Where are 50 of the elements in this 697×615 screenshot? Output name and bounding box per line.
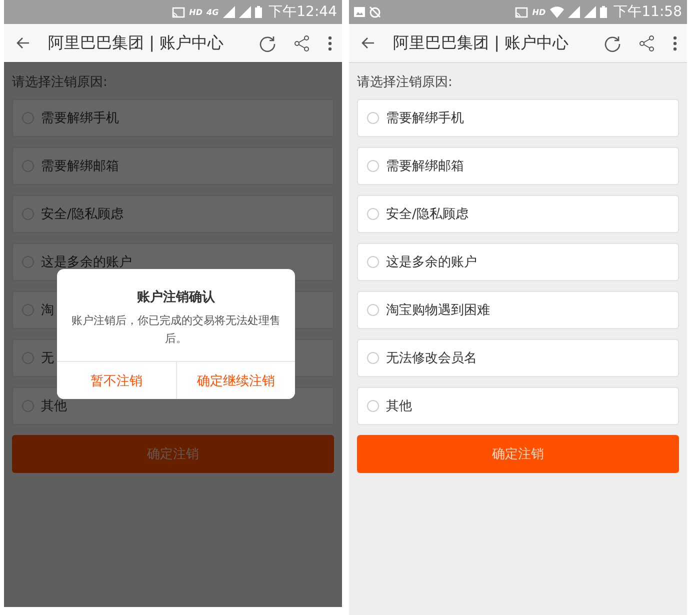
back-icon[interactable] xyxy=(16,37,30,49)
radio-button[interactable] xyxy=(367,208,379,220)
refresh-icon[interactable] xyxy=(604,34,621,52)
reason-option[interactable]: 需要解绑邮箱 xyxy=(357,147,679,185)
refresh-icon[interactable] xyxy=(259,34,276,52)
submit-button[interactable]: 确定注销 xyxy=(12,435,334,473)
page-title: 阿里巴巴集团 | 账户中心 xyxy=(48,32,225,54)
more-icon[interactable] xyxy=(328,36,332,50)
reason-option[interactable]: 安全/隐私顾虑 xyxy=(357,195,679,233)
clock-icon xyxy=(369,6,381,18)
reason-option[interactable]: 淘宝购物遇到困难 xyxy=(357,291,679,329)
reason-option[interactable]: 需要解绑邮箱 xyxy=(12,147,334,185)
submit-button[interactable]: 确定注销 xyxy=(357,435,679,473)
dialog-title: 账户注销确认 xyxy=(136,288,216,307)
radio-button[interactable] xyxy=(367,256,379,268)
signal-icon xyxy=(584,6,596,18)
radio-button[interactable] xyxy=(367,160,379,172)
radio-button[interactable] xyxy=(367,352,379,364)
radio-button[interactable] xyxy=(367,304,379,316)
reason-option[interactable]: 这是多余的账户 xyxy=(357,243,679,281)
radio-button[interactable] xyxy=(367,112,379,124)
back-icon[interactable] xyxy=(361,37,375,49)
clock-time: 下午11:58 xyxy=(614,3,682,21)
signal-icon xyxy=(238,6,251,18)
prompt-text: 请选择注销原因: xyxy=(357,74,454,92)
cast-icon xyxy=(172,6,186,18)
confirm-button[interactable]: 确定继续注销 xyxy=(176,362,295,400)
signal-icon xyxy=(568,6,580,18)
share-icon[interactable] xyxy=(639,34,655,52)
battery-icon xyxy=(600,6,607,18)
reason-option[interactable]: 需要解绑手机 xyxy=(357,99,679,137)
signal-icon xyxy=(222,6,235,18)
network-label: 4G xyxy=(206,8,219,16)
wifi-icon xyxy=(550,6,564,18)
cast-icon xyxy=(515,6,528,18)
dialog-message: 账户注销后，你已完成的交易将无法处理售后。 xyxy=(70,313,282,347)
reason-option[interactable]: 安全/隐私顾虑 xyxy=(12,195,334,233)
more-icon[interactable] xyxy=(673,36,677,50)
reason-option[interactable]: 无法修改会员名 xyxy=(357,339,679,377)
share-icon[interactable] xyxy=(294,34,310,52)
radio-button[interactable] xyxy=(367,400,379,412)
battery-icon xyxy=(254,6,262,18)
network-label: HD xyxy=(189,8,202,16)
clock-time: 下午12:44 xyxy=(268,3,337,21)
reason-option[interactable]: 需要解绑手机 xyxy=(12,99,334,137)
image-icon xyxy=(354,7,365,17)
network-label: HD xyxy=(532,8,546,16)
prompt-text: 请选择注销原因: xyxy=(12,74,108,92)
reason-option[interactable]: 其他 xyxy=(357,387,679,425)
page-title: 阿里巴巴集团 | 账户中心 xyxy=(393,32,570,54)
